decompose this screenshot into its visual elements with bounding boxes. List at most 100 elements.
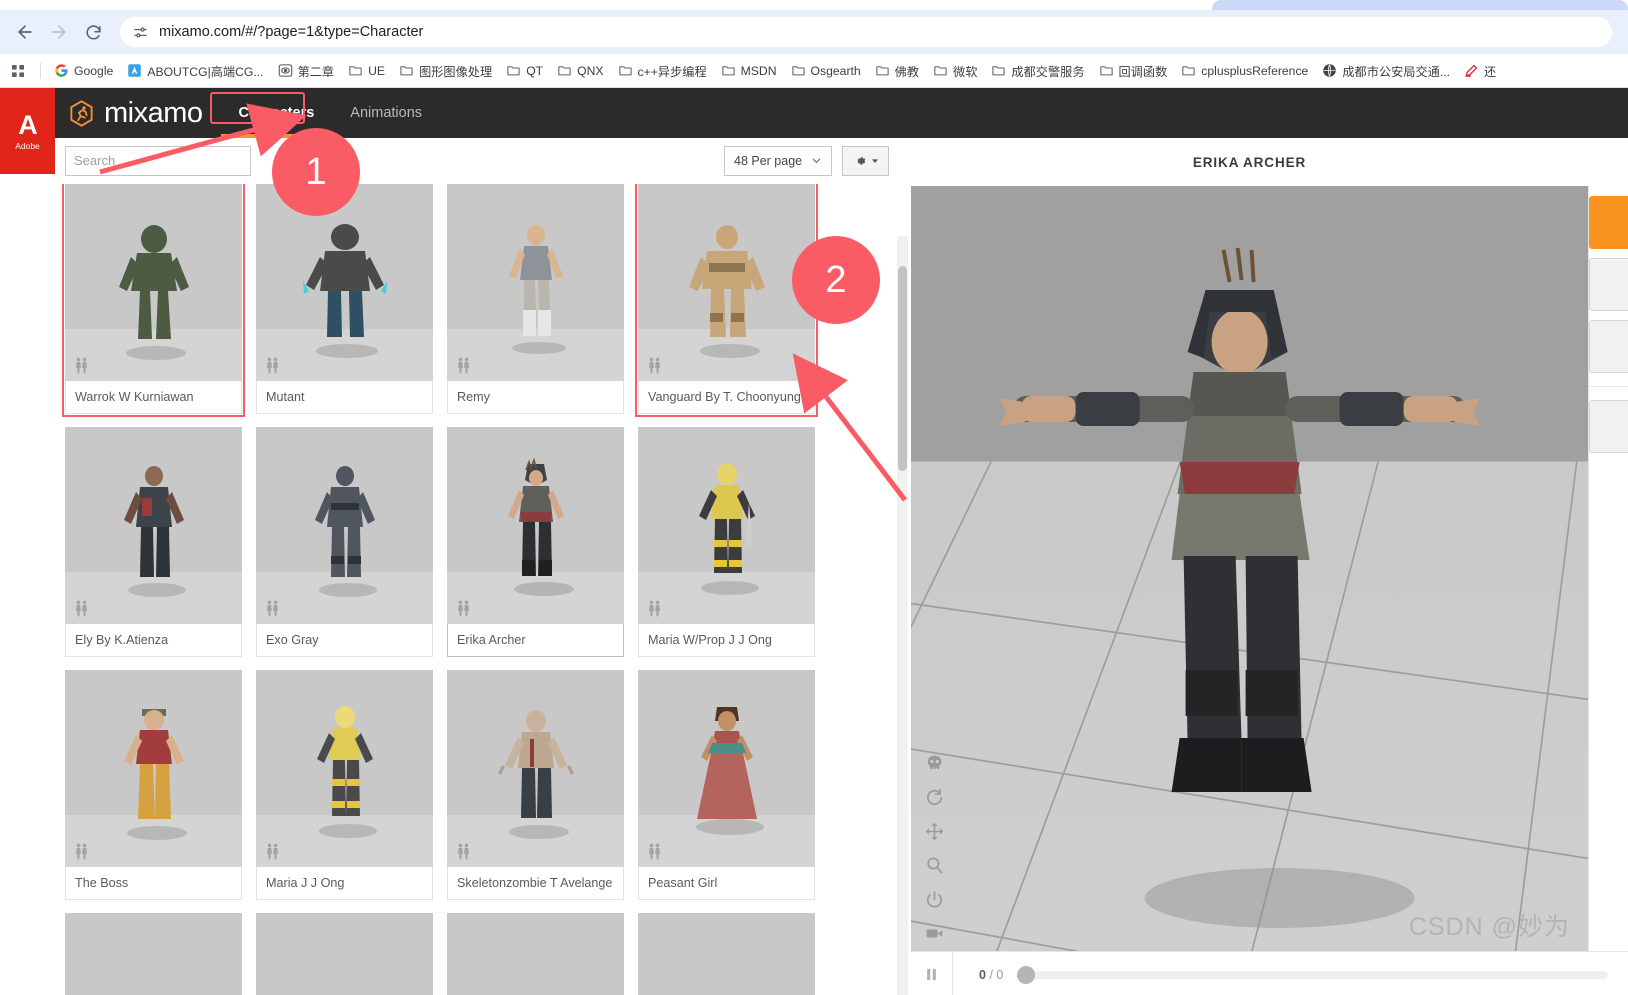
- pause-icon: [927, 968, 936, 981]
- tab-animations[interactable]: Animations: [332, 88, 440, 138]
- annotation-marker-1: 1: [272, 128, 360, 216]
- character-card-row4-4[interactable]: [638, 912, 815, 995]
- bookmark-chengdu-police[interactable]: 成都市公安局交通...: [1315, 59, 1457, 83]
- bookmark-aboutcg[interactable]: ABOUTCG|高端CG...: [120, 59, 270, 83]
- grid-scrollbar[interactable]: [897, 235, 908, 995]
- character-thumbnail[interactable]: [638, 183, 815, 381]
- character-card-row4-1[interactable]: [65, 912, 242, 995]
- adobe-logo[interactable]: A Adobe: [0, 88, 55, 174]
- bookmark-microsoft[interactable]: 微软: [926, 59, 984, 83]
- option-button-1[interactable]: [1588, 258, 1628, 311]
- option-button-3[interactable]: [1588, 400, 1628, 453]
- rotate-icon[interactable]: [925, 788, 944, 807]
- bookmark-ue[interactable]: UE: [341, 60, 392, 81]
- bookmark-chengdu-traffic[interactable]: 成都交警服务: [984, 59, 1091, 83]
- camera-icon[interactable]: [925, 924, 944, 943]
- character-card-peasant-girl[interactable]: Peasant Girl: [638, 669, 815, 900]
- character-thumbnail[interactable]: [65, 912, 242, 995]
- apps-grid-icon[interactable]: [10, 63, 26, 79]
- character-thumbnail[interactable]: [447, 426, 624, 624]
- character-card-ely[interactable]: Ely By K.Atienza: [65, 426, 242, 657]
- character-card-vanguard[interactable]: Vanguard By T. Choonyung: [635, 183, 818, 417]
- character-thumbnail[interactable]: [447, 669, 624, 867]
- search-input[interactable]: [74, 153, 250, 169]
- settings-dropdown-button[interactable]: [842, 145, 889, 176]
- bookmark-qnx[interactable]: QNX: [550, 60, 610, 81]
- character-thumbnail[interactable]: [65, 183, 242, 381]
- bookmark-cpp-async[interactable]: c++异步编程: [611, 59, 714, 83]
- per-page-select[interactable]: 48 Per page: [724, 145, 832, 176]
- frame-counter: 0 / 0: [953, 968, 1017, 982]
- bookmark-chapter2[interactable]: 第二章: [271, 59, 342, 83]
- side-panel-divider: [1588, 386, 1628, 387]
- timeline-slider-knob[interactable]: [1017, 965, 1036, 984]
- character-thumbnail[interactable]: [447, 912, 624, 995]
- bookmark-label: QNX: [577, 63, 604, 78]
- bookmark-label: UE: [368, 63, 386, 78]
- two-figures-badge-icon: [649, 843, 660, 860]
- character-thumbnail[interactable]: [256, 426, 433, 624]
- bookmark-pen[interactable]: 还: [1457, 59, 1503, 83]
- character-model-3d[interactable]: [979, 238, 1499, 951]
- pause-button[interactable]: [911, 952, 953, 995]
- viewport-3d[interactable]: CSDN @妙为: [911, 186, 1588, 951]
- viewer-title: ERIKA ARCHER: [1192, 154, 1307, 170]
- character-card-row4-3[interactable]: [447, 912, 624, 995]
- viewer-controls: [925, 754, 944, 943]
- character-figure: [508, 224, 566, 354]
- bookmark-google[interactable]: Google: [47, 60, 120, 81]
- search-box[interactable]: [65, 145, 251, 176]
- grid-scrollbar-thumb[interactable]: [898, 265, 907, 471]
- character-figure: [507, 456, 574, 596]
- browser-tab[interactable]: [1212, 0, 1628, 10]
- character-card-maria[interactable]: Maria J J Ong: [256, 669, 433, 900]
- two-figures-badge-icon: [649, 357, 660, 374]
- adobe-logo-word: Adobe: [15, 140, 40, 151]
- character-card-remy[interactable]: Remy: [447, 183, 624, 414]
- character-card-maria-wprop[interactable]: Maria W/Prop J J Ong: [638, 426, 815, 657]
- character-thumbnail[interactable]: [638, 912, 815, 995]
- reload-button[interactable]: [78, 17, 108, 47]
- folder-icon: [507, 66, 520, 76]
- character-figure: [695, 706, 764, 835]
- bookmark-graphics[interactable]: 图形图像处理: [392, 59, 499, 83]
- site-settings-icon[interactable]: [132, 24, 149, 41]
- bookmark-qt[interactable]: QT: [499, 60, 550, 81]
- globe-icon: [1323, 64, 1337, 77]
- character-thumbnail[interactable]: [447, 183, 624, 381]
- character-name: Exo Gray: [256, 623, 433, 657]
- character-thumbnail[interactable]: [638, 426, 815, 624]
- character-card-warrok[interactable]: Warrok W Kurniawan: [62, 183, 245, 417]
- frame-total: 0: [996, 967, 1004, 982]
- character-thumbnail[interactable]: [256, 669, 433, 867]
- address-bar[interactable]: mixamo.com/#/?page=1&type=Character: [120, 17, 1612, 47]
- skull-icon[interactable]: [925, 754, 944, 773]
- character-thumbnail[interactable]: [256, 912, 433, 995]
- download-button[interactable]: [1588, 196, 1628, 249]
- bookmark-msdn[interactable]: MSDN: [714, 60, 784, 81]
- mixamo-brand[interactable]: mixamo: [68, 88, 203, 138]
- character-thumbnail[interactable]: [65, 669, 242, 867]
- bookmark-osgearth[interactable]: Osgearth: [784, 60, 868, 81]
- character-name: Erika Archer: [447, 623, 624, 657]
- character-card-the-boss[interactable]: The Boss: [65, 669, 242, 900]
- character-name: The Boss: [65, 866, 242, 900]
- back-button[interactable]: [10, 17, 40, 47]
- power-icon[interactable]: [925, 890, 944, 909]
- timeline-slider[interactable]: [1017, 965, 1608, 984]
- character-card-erika-archer[interactable]: Erika Archer: [447, 426, 624, 657]
- option-button-2[interactable]: [1588, 320, 1628, 373]
- zoom-icon[interactable]: [925, 856, 944, 875]
- character-card-exo-gray[interactable]: Exo Gray: [256, 426, 433, 657]
- bookmark-callback[interactable]: 回调函数: [1092, 59, 1175, 83]
- character-card-skeletonzombie[interactable]: Skeletonzombie T Avelange: [447, 669, 624, 900]
- forward-button[interactable]: [44, 17, 74, 47]
- character-thumbnail[interactable]: [638, 669, 815, 867]
- bookmark-buddhism[interactable]: 佛教: [868, 59, 926, 83]
- character-card-row4-2[interactable]: [256, 912, 433, 995]
- bookmark-cplusplusreference[interactable]: cplusplusReference: [1174, 60, 1315, 81]
- character-thumbnail[interactable]: [65, 426, 242, 624]
- character-card-mutant[interactable]: Mutant: [256, 183, 433, 414]
- character-thumbnail[interactable]: [256, 183, 433, 381]
- pan-icon[interactable]: [925, 822, 944, 841]
